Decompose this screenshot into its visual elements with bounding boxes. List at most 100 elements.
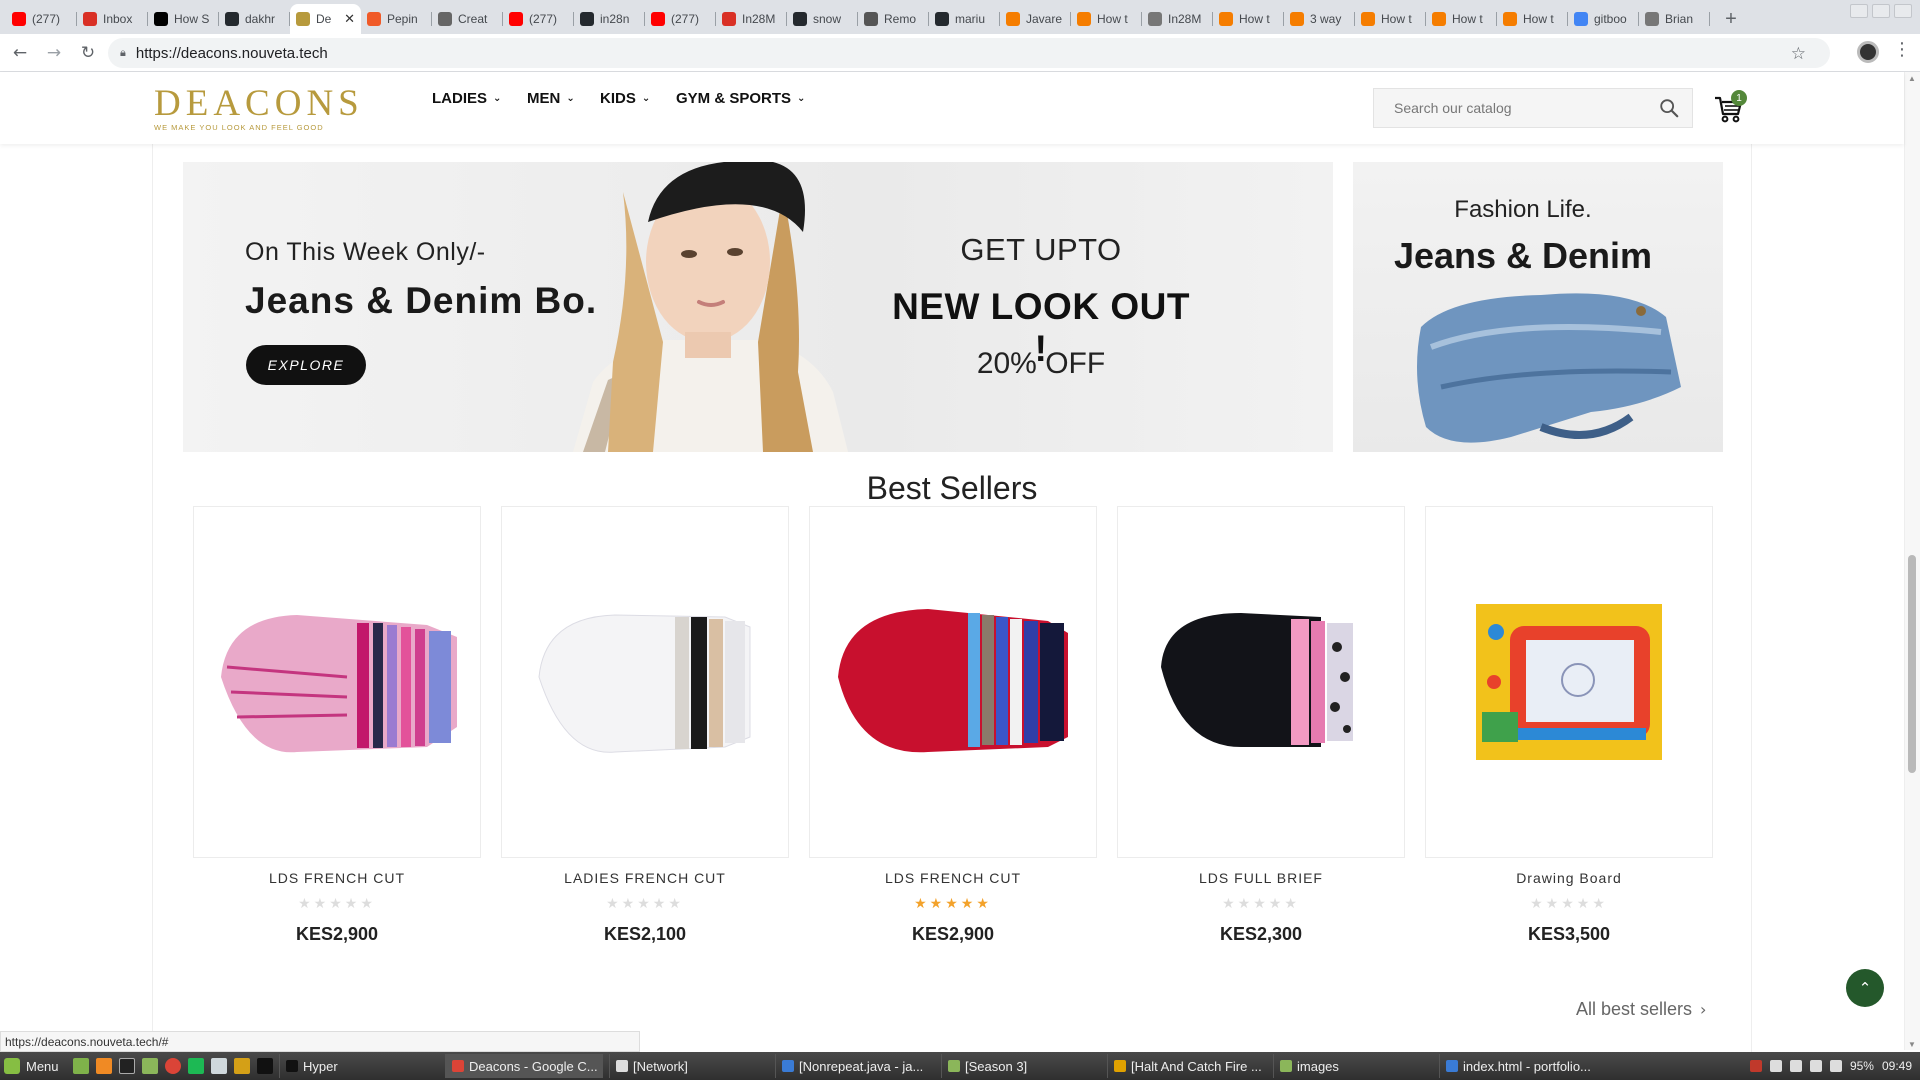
side-banner-title: Jeans & Denim [1393,235,1653,276]
task-season3[interactable]: [Season 3] [941,1054,1101,1078]
deacons-icon [296,12,310,26]
files-icon[interactable] [142,1058,158,1074]
shield-icon[interactable] [1749,1060,1762,1072]
volume-icon[interactable] [1809,1060,1822,1072]
browser-tab[interactable]: mariu [929,4,1000,34]
star-icon: ★ [652,896,669,912]
browser-tab[interactable]: Brian [1639,4,1710,34]
browser-tab[interactable]: Javare [1000,4,1071,34]
bookmark-star-icon[interactable]: ☆ [1791,44,1806,64]
browser-tab[interactable]: How S [148,4,219,34]
tab-label: Creat [458,12,488,26]
scroll-down-arrow-icon[interactable]: ▼ [1908,1040,1916,1049]
browser-tab[interactable]: (277) [503,4,574,34]
browser-menu-icon[interactable]: ⋮ [1893,39,1911,60]
firefox-icon[interactable] [96,1058,112,1074]
browser-tab[interactable]: Inbox [77,4,148,34]
new-tab-button[interactable]: + [1716,4,1746,34]
product-name[interactable]: LDS FRENCH CUT [193,870,481,886]
product-name[interactable]: Drawing Board [1425,870,1713,886]
nav-men[interactable]: MEN ⌄ [527,90,575,107]
product-name[interactable]: LDS FULL BRIEF [1117,870,1405,886]
show-desktop-icon[interactable] [73,1058,89,1074]
spotify-icon[interactable] [188,1058,204,1074]
task-hyper[interactable]: Hyper [279,1054,439,1078]
browser-tab[interactable]: Pepin [361,4,432,34]
product-card[interactable]: LADIES FRENCH CUT ★★★★★ KES2,100 [501,506,789,945]
clock[interactable]: 09:49 [1882,1059,1912,1073]
browser-tab[interactable]: Creat [432,4,503,34]
promo-banner-main[interactable]: On This Week Only/- Jeans & Denim Bo. EX… [183,162,1333,452]
chrome-icon[interactable] [165,1058,181,1074]
promo-banner-side[interactable]: Fashion Life. Jeans & Denim [1353,162,1723,452]
deacons-logo[interactable]: DEACONS WE MAKE YOU LOOK AND FEEL GOOD [154,85,359,132]
start-menu-button[interactable]: Menu [0,1058,66,1074]
browser-tab[interactable]: dakhr [219,4,290,34]
product-image-frame[interactable] [809,506,1097,858]
blogger-icon [1219,12,1233,26]
forward-button[interactable]: → [40,39,68,67]
browser-tab[interactable]: De ✕ [290,4,361,34]
product-image-frame[interactable] [1425,506,1713,858]
browser-tab[interactable]: In28M [716,4,787,34]
nav-ladies[interactable]: LADIES ⌄ [432,90,501,107]
back-button[interactable]: ← [6,39,34,67]
browser-tab[interactable]: Remo [858,4,929,34]
product-card[interactable]: LDS FULL BRIEF ★★★★★ KES2,300 [1117,506,1405,945]
product-card[interactable]: Drawing Board ★★★★★ KES3,500 [1425,506,1713,945]
scroll-up-arrow-icon[interactable]: ▲ [1908,74,1916,83]
address-bar[interactable]: 🔒︎ https://deacons.nouveta.tech ☆ [108,38,1830,68]
nav-gym-sports[interactable]: GYM & SPORTS ⌄ [676,90,805,107]
browser-tab[interactable]: How t [1355,4,1426,34]
browser-tab[interactable]: How t [1071,4,1142,34]
product-name[interactable]: LADIES FRENCH CUT [501,870,789,886]
close-window-button[interactable] [1894,4,1912,18]
browser-tab[interactable]: in28n [574,4,645,34]
folder-icon [948,1060,960,1072]
user-icon[interactable] [1769,1060,1782,1072]
task-label: [Network] [633,1058,688,1074]
document-icon[interactable] [211,1058,227,1074]
all-best-sellers-link[interactable]: All best sellers › [1576,999,1706,1020]
wifi-icon[interactable] [1789,1060,1802,1072]
nav-kids[interactable]: KIDS ⌄ [600,90,650,107]
product-image-frame[interactable] [193,506,481,858]
reload-button[interactable]: ↻ [74,39,102,67]
product-name[interactable]: LDS FRENCH CUT [809,870,1097,886]
product-card[interactable]: LDS FRENCH CUT ★★★★★ KES2,900 [809,506,1097,945]
browser-tab[interactable]: snow [787,4,858,34]
scrollbar-thumb[interactable] [1908,555,1916,773]
browser-tab[interactable]: How t [1213,4,1284,34]
product-image-frame[interactable] [501,506,789,858]
browser-tab[interactable]: How t [1497,4,1568,34]
back-to-top-button[interactable]: ⌃ [1846,969,1884,1007]
browser-tab[interactable]: How t [1426,4,1497,34]
browser-tab[interactable]: (277) [6,4,77,34]
product-card[interactable]: LDS FRENCH CUT ★★★★★ KES2,900 [193,506,481,945]
explore-button[interactable]: EXPLORE [246,345,366,385]
close-tab-icon[interactable]: ✕ [344,11,355,27]
star-icon: ★ [329,896,345,912]
star-icon: ★ [1222,896,1238,912]
maximize-button[interactable] [1872,4,1890,18]
browser-tab[interactable]: 3 way [1284,4,1355,34]
browser-tab[interactable]: gitboo [1568,4,1639,34]
vlc-icon[interactable] [234,1058,250,1074]
hyper-terminal-icon[interactable] [257,1058,273,1074]
browser-tab[interactable]: In28M [1142,4,1213,34]
hyper-icon [286,1060,298,1072]
task-java[interactable]: [Nonrepeat.java - ja... [775,1054,935,1078]
task-halt-catch-fire[interactable]: [Halt And Catch Fire ... [1107,1054,1267,1078]
browser-tab[interactable]: (277) [645,4,716,34]
search-icon[interactable] [1658,97,1680,119]
task-network[interactable]: [Network] [609,1054,769,1078]
battery-icon[interactable] [1829,1060,1842,1072]
task-images[interactable]: images [1273,1054,1433,1078]
task-chrome[interactable]: Deacons - Google C... [445,1054,603,1078]
profile-avatar[interactable] [1857,41,1879,63]
task-index-html[interactable]: index.html - portfolio... [1439,1054,1599,1078]
terminal-icon[interactable] [119,1058,135,1074]
minimize-button[interactable] [1850,4,1868,18]
product-image-frame[interactable] [1117,506,1405,858]
catalog-search-input[interactable]: Search our catalog [1373,88,1693,128]
